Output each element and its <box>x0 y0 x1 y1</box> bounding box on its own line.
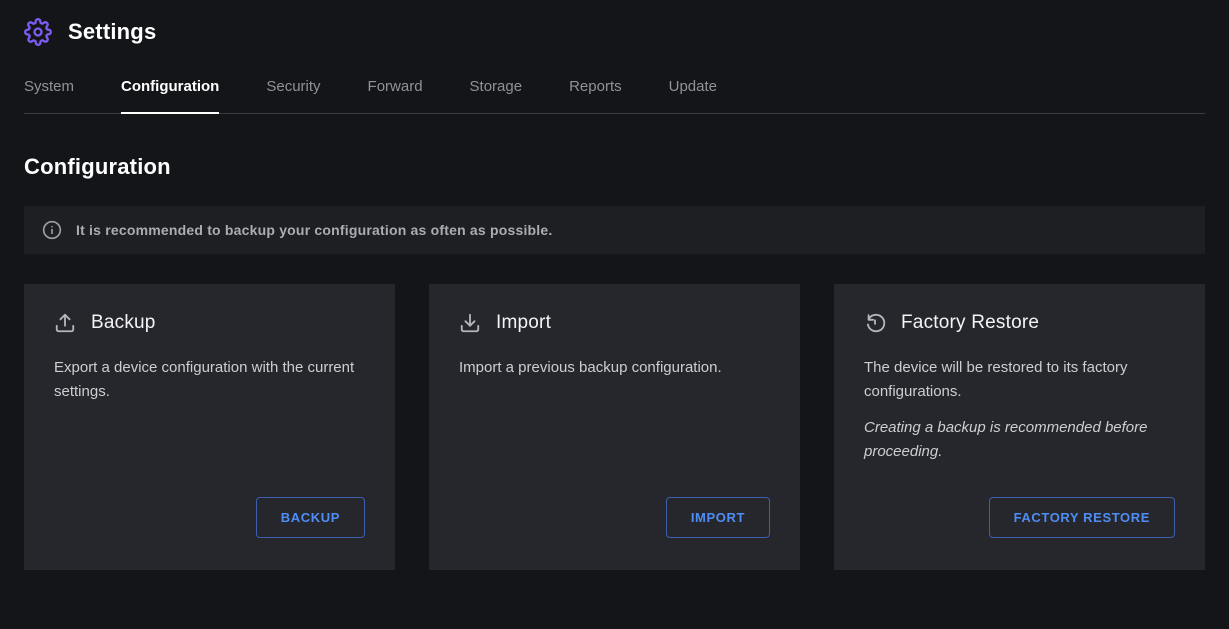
tab-update[interactable]: Update <box>669 68 717 114</box>
section-heading: Configuration <box>24 154 1205 180</box>
backup-card-title: Backup <box>91 312 156 334</box>
backup-card-actions: BACKUP <box>54 497 365 538</box>
import-button[interactable]: IMPORT <box>666 497 770 538</box>
import-card-header: Import <box>459 312 770 334</box>
factory-restore-button[interactable]: FACTORY RESTORE <box>989 497 1175 538</box>
tab-reports[interactable]: Reports <box>569 68 622 114</box>
info-icon <box>42 220 62 240</box>
import-card: Import Import a previous backup configur… <box>429 284 800 570</box>
backup-card-header: Backup <box>54 312 365 334</box>
restore-timer-icon <box>864 312 886 334</box>
download-icon <box>459 312 481 334</box>
factory-restore-card-actions: FACTORY RESTORE <box>864 497 1175 538</box>
tab-system[interactable]: System <box>24 68 74 114</box>
info-banner: It is recommended to backup your configu… <box>24 206 1205 254</box>
factory-restore-card-description: The device will be restored to its facto… <box>864 356 1175 404</box>
backup-card-description: Export a device configuration with the c… <box>54 356 365 404</box>
import-card-description: Import a previous backup configuration. <box>459 356 770 380</box>
configuration-cards: Backup Export a device configuration wit… <box>24 284 1205 570</box>
tab-security[interactable]: Security <box>266 68 320 114</box>
factory-restore-card-note: Creating a backup is recommended before … <box>864 416 1175 464</box>
tab-configuration[interactable]: Configuration <box>121 68 219 114</box>
app-header: Settings <box>0 0 1229 60</box>
factory-restore-card-title: Factory Restore <box>901 312 1039 334</box>
tab-forward[interactable]: Forward <box>368 68 423 114</box>
import-card-actions: IMPORT <box>459 497 770 538</box>
upload-icon <box>54 312 76 334</box>
page-title: Settings <box>68 19 156 45</box>
factory-restore-card-header: Factory Restore <box>864 312 1175 334</box>
info-banner-text: It is recommended to backup your configu… <box>76 222 552 238</box>
settings-tab-bar: System Configuration Security Forward St… <box>24 68 1205 114</box>
import-card-title: Import <box>496 312 551 334</box>
tab-storage[interactable]: Storage <box>470 68 523 114</box>
gear-icon <box>24 18 52 46</box>
backup-button[interactable]: BACKUP <box>256 497 365 538</box>
backup-card: Backup Export a device configuration wit… <box>24 284 395 570</box>
factory-restore-card: Factory Restore The device will be resto… <box>834 284 1205 570</box>
